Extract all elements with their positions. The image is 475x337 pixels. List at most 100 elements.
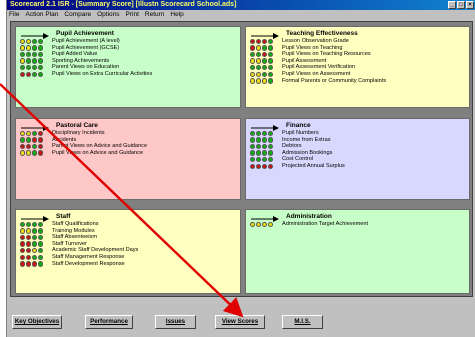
- traffic-light-dots: [20, 58, 52, 64]
- indicator-row[interactable]: Pupil Numbers: [250, 130, 345, 137]
- performance-button[interactable]: Performance: [85, 315, 133, 329]
- traffic-light-dots: [20, 38, 52, 44]
- green-status-dot: [267, 78, 274, 84]
- indicator-row[interactable]: Admission Bookings: [250, 150, 345, 157]
- indicator-row[interactable]: Staff Development Response: [20, 261, 138, 268]
- indicator-row[interactable]: Administration Target Achievement: [250, 221, 368, 228]
- yellow-status-dot: [267, 221, 274, 227]
- indicator-row[interactable]: Formal Parents or Community Complaints: [250, 78, 386, 85]
- traffic-light-dots: [250, 156, 282, 163]
- indicator-row[interactable]: Staff Absenteeism: [20, 234, 138, 241]
- indicator-row[interactable]: Academic Staff Development Days: [20, 247, 138, 254]
- panel-administration[interactable]: Administration Administration Target Achi…: [245, 209, 470, 294]
- menu-action-plan[interactable]: Action Plan: [25, 10, 58, 20]
- menu-print[interactable]: Print: [126, 10, 139, 20]
- red-status-dot: [255, 38, 262, 44]
- panel-pupil-achievement[interactable]: Pupil Achievement Pupil Achievement (A le…: [15, 26, 241, 108]
- green-status-dot: [20, 137, 26, 143]
- indicator-row[interactable]: Parent Views on Advice and Guidance: [20, 143, 147, 150]
- green-status-dot: [37, 71, 44, 77]
- green-status-dot: [261, 58, 268, 64]
- indicator-row[interactable]: Sporting Achievements: [20, 58, 152, 65]
- green-status-dot: [37, 38, 44, 44]
- indicator-row[interactable]: Pupil Achievement (A level): [20, 38, 152, 45]
- indicator-label: Parent Views on Education: [52, 64, 120, 71]
- indicator-row[interactable]: Pupil Views on Teaching Resources: [250, 51, 386, 58]
- indicator-row[interactable]: Projected Annual Surplus: [250, 163, 345, 170]
- menu-file[interactable]: File: [9, 10, 19, 20]
- red-status-dot: [250, 38, 256, 44]
- panel-title: Pupil Achievement: [56, 30, 114, 37]
- green-status-dot: [37, 254, 44, 260]
- indicator-row[interactable]: Parent Views on Education: [20, 64, 152, 71]
- red-status-dot: [31, 261, 38, 267]
- maximize-button[interactable]: □: [457, 1, 465, 9]
- view-scores-button[interactable]: View Scores: [215, 315, 265, 329]
- yellow-status-dot: [20, 45, 26, 51]
- yellow-status-dot: [255, 71, 262, 77]
- red-status-dot: [261, 51, 268, 58]
- indicator-label: Projected Annual Surplus: [282, 162, 345, 169]
- indicator-row[interactable]: Pupil Views on Assessment: [250, 71, 386, 78]
- indicator-row[interactable]: Lesson Observation Grade: [250, 38, 386, 45]
- green-status-dot: [250, 130, 256, 136]
- menu-return[interactable]: Return: [145, 10, 165, 20]
- red-status-dot: [261, 38, 268, 44]
- traffic-light-dots: [250, 71, 282, 77]
- yellow-status-dot: [20, 38, 26, 44]
- issues-button[interactable]: Issues: [155, 315, 196, 329]
- key-objectives-button[interactable]: Key Objectives: [12, 315, 62, 329]
- indicator-row[interactable]: Pupil Views on Teaching: [250, 45, 386, 52]
- screenshot-stage: Scorecard 2.1 ISR - [Summary Score] [Ill…: [0, 0, 475, 337]
- mis-button[interactable]: M.I.S.: [282, 315, 323, 329]
- green-status-dot: [37, 51, 44, 58]
- traffic-light-dots: [20, 64, 52, 71]
- green-status-dot: [267, 38, 274, 44]
- indicator-label: Pupil Views on Advice and Guidance: [52, 149, 144, 156]
- traffic-light-dots: [250, 51, 282, 58]
- indicator-row[interactable]: Income from Extras: [250, 137, 345, 144]
- close-button[interactable]: ×: [466, 1, 474, 9]
- indicator-row[interactable]: Staff Management Response: [20, 254, 138, 261]
- panel-pastoral-care[interactable]: Pastoral Care Disciplinary Incidents Accid…: [15, 118, 241, 200]
- panel-teaching-effectiveness[interactable]: Teaching Effectiveness Lesson Observation…: [245, 26, 470, 108]
- indicator-row[interactable]: Pupil Views on Advice and Guidance: [20, 150, 147, 157]
- traffic-light-dots: [250, 64, 282, 71]
- yellow-status-dot: [255, 221, 262, 227]
- indicator-label: Academic Staff Development Days: [52, 247, 139, 254]
- panel-finance[interactable]: Finance Pupil Numbers Income from Extras De…: [245, 118, 470, 200]
- panel-item-list: Lesson Observation Grade Pupil Views on T…: [250, 38, 386, 84]
- green-status-dot: [267, 45, 274, 51]
- indicator-row[interactable]: Accidents: [20, 137, 147, 144]
- indicator-row[interactable]: Pupil Views on Extra Curricular Activiti…: [20, 71, 152, 78]
- indicator-row[interactable]: Debtors: [250, 143, 345, 150]
- panel-staff[interactable]: Staff Staff Qualifications Training Module…: [15, 209, 241, 294]
- green-status-dot: [250, 143, 256, 150]
- indicator-label: Accidents: [52, 136, 77, 143]
- bottom-button-bar: Key Objectives Performance Issues View S…: [7, 300, 475, 337]
- indicator-label: Pupil Achievement (GCSE): [52, 44, 120, 51]
- indicator-row[interactable]: Training Modules: [20, 228, 138, 235]
- indicator-row[interactable]: Pupil Assessment: [250, 58, 386, 65]
- menu-compare[interactable]: Compare: [64, 10, 91, 20]
- yellow-status-dot: [25, 150, 32, 156]
- traffic-light-dots: [250, 143, 282, 150]
- green-status-dot: [37, 221, 44, 227]
- green-status-dot: [261, 71, 268, 77]
- minimize-button[interactable]: _: [448, 1, 456, 9]
- traffic-light-dots: [20, 261, 52, 267]
- menu-help[interactable]: Help: [170, 10, 183, 20]
- indicator-row[interactable]: Pupil Achievement (GCSE): [20, 45, 152, 52]
- indicator-row[interactable]: Pupil Added Value: [20, 51, 152, 58]
- menu-options[interactable]: Options: [97, 10, 119, 20]
- indicator-label: Pupil Views on Assessment: [282, 70, 351, 77]
- indicator-row[interactable]: Staff Turnover: [20, 241, 138, 248]
- indicator-label: Pupil Added Value: [52, 51, 98, 58]
- yellow-status-dot: [25, 38, 32, 44]
- indicator-row[interactable]: Cost Control: [250, 156, 345, 163]
- green-status-dot: [267, 130, 274, 136]
- indicator-row[interactable]: Staff Qualifications: [20, 221, 138, 228]
- indicator-row[interactable]: Pupil Assessment Verification: [250, 64, 386, 71]
- indicator-label: Pupil Assessment: [282, 57, 327, 64]
- indicator-row[interactable]: Disciplinary Incidents: [20, 130, 147, 137]
